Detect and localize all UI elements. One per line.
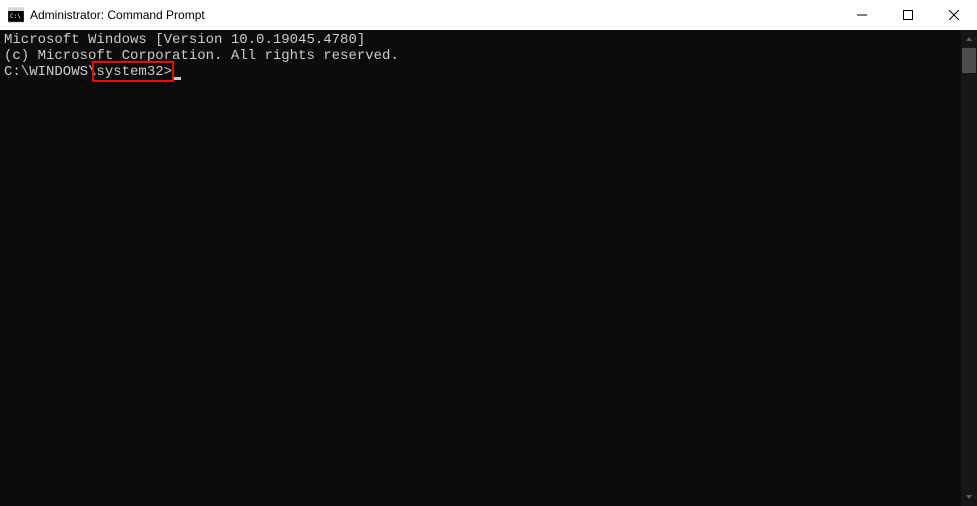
- cmd-icon: C:\: [8, 7, 24, 23]
- scrollbar-down-arrow[interactable]: [961, 488, 977, 506]
- terminal-prompt-line: C:\WINDOWS\system32>: [4, 64, 957, 80]
- terminal-output-line: Microsoft Windows [Version 10.0.19045.47…: [4, 32, 957, 48]
- close-button[interactable]: [931, 0, 977, 30]
- vertical-scrollbar[interactable]: [961, 30, 977, 506]
- prompt-path-prefix: C:\WINDOWS\: [4, 64, 96, 80]
- minimize-button[interactable]: [839, 0, 885, 30]
- terminal[interactable]: Microsoft Windows [Version 10.0.19045.47…: [0, 30, 961, 506]
- maximize-button[interactable]: [885, 0, 931, 30]
- prompt-path-highlighted: system32>: [96, 64, 172, 80]
- app-window: C:\ Administrator: Command Prompt Micros…: [0, 0, 977, 506]
- window-title: Administrator: Command Prompt: [30, 8, 839, 22]
- window-controls: [839, 0, 977, 30]
- scrollbar-thumb[interactable]: [962, 48, 976, 73]
- scrollbar-track[interactable]: [961, 48, 977, 488]
- terminal-output-line: (c) Microsoft Corporation. All rights re…: [4, 48, 957, 64]
- content-area: Microsoft Windows [Version 10.0.19045.47…: [0, 30, 977, 506]
- titlebar[interactable]: C:\ Administrator: Command Prompt: [0, 0, 977, 30]
- scrollbar-up-arrow[interactable]: [961, 30, 977, 48]
- terminal-cursor: [173, 77, 181, 80]
- svg-text:C:\: C:\: [10, 13, 21, 20]
